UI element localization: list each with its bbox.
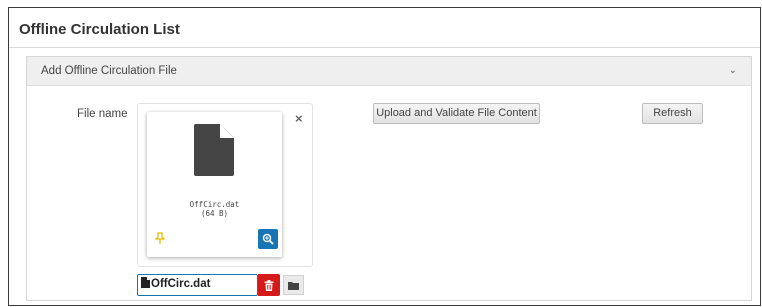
add-file-panel: Add Offline Circulation File ⌄ File name… — [26, 56, 752, 301]
folder-icon — [288, 281, 299, 290]
zoom-in-icon — [262, 233, 274, 245]
file-small-icon — [141, 277, 150, 288]
chevron-down-icon[interactable]: ⌄ — [729, 65, 737, 76]
pin-glyph — [154, 232, 166, 244]
file-preview-card: OffCirc.dat (64 B) — [147, 112, 282, 257]
refresh-button[interactable]: Refresh — [642, 103, 703, 124]
file-dropzone[interactable]: OffCirc.dat (64 B) × — [137, 103, 313, 267]
page-title: Offline Circulation List — [19, 21, 180, 38]
panel-title: Add Offline Circulation File — [41, 65, 177, 77]
zoom-preview-button[interactable] — [258, 229, 278, 249]
delete-file-button[interactable] — [258, 274, 280, 296]
file-name-label: File name — [77, 108, 128, 120]
preview-file-size: (64 B) — [200, 209, 229, 218]
file-icon — [194, 124, 234, 176]
preview-file-name: OffCirc.dat — [189, 200, 240, 209]
upload-validate-button[interactable]: Upload and Validate File Content — [373, 103, 540, 124]
trash-icon — [264, 279, 274, 291]
header-divider — [9, 47, 760, 48]
pin-icon[interactable] — [154, 232, 166, 248]
browse-files-button[interactable] — [283, 275, 304, 295]
offline-circulation-page: Offline Circulation List Add Offline Cir… — [8, 7, 761, 306]
selected-file-name: OffCirc.dat — [151, 278, 211, 290]
panel-header[interactable]: Add Offline Circulation File ⌄ — [27, 57, 751, 86]
selected-file-field[interactable]: OffCirc.dat — [137, 274, 258, 296]
remove-file-icon[interactable]: × — [295, 111, 303, 126]
